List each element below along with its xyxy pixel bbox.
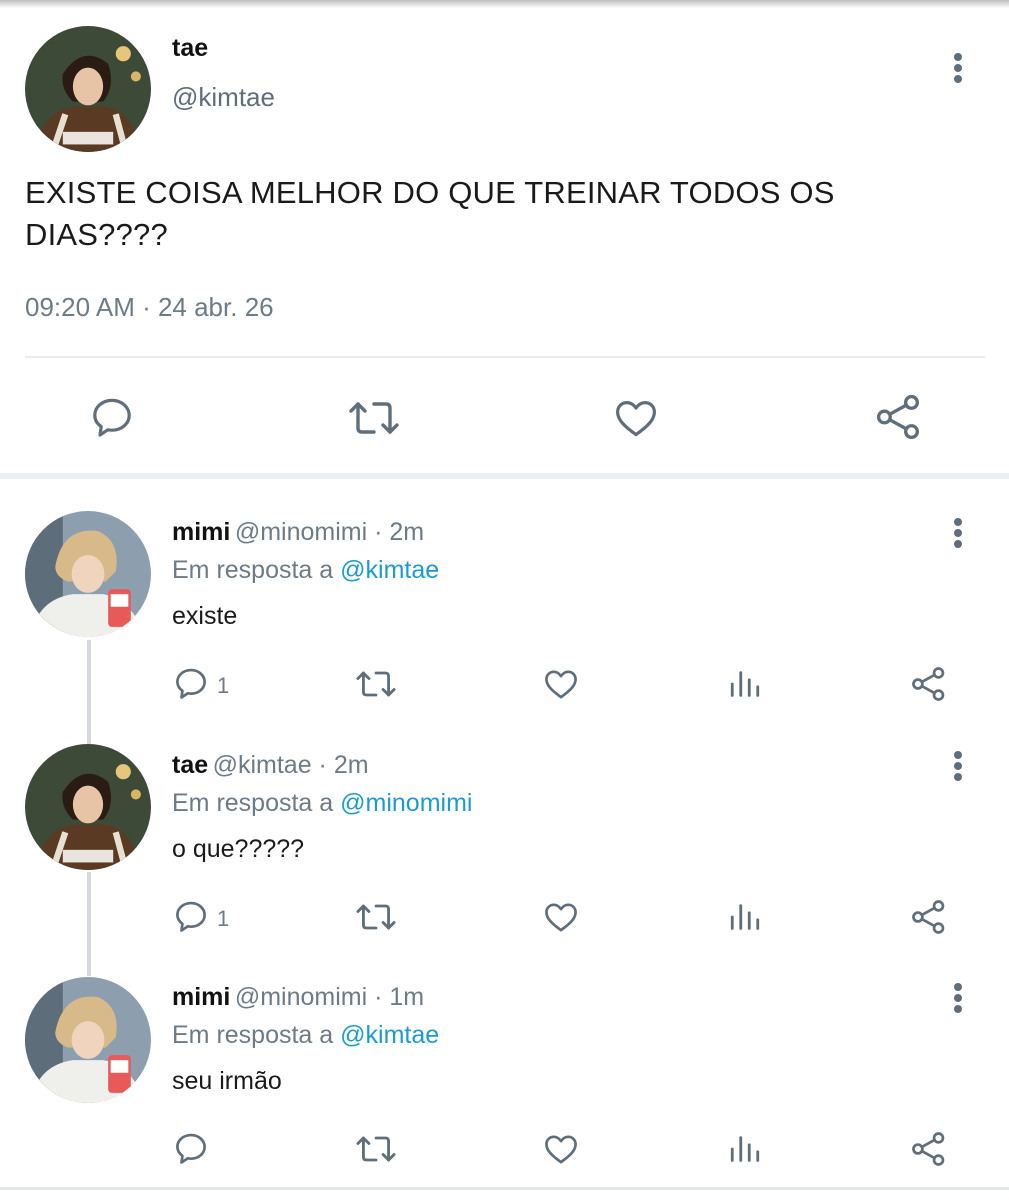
heart-icon[interactable] [541, 898, 581, 936]
reply-text: o que????? [172, 835, 305, 863]
heart-icon[interactable] [541, 1130, 581, 1168]
comment-icon[interactable] [172, 1130, 210, 1168]
analytics-icon[interactable] [728, 899, 762, 935]
analytics-icon[interactable] [728, 1131, 762, 1167]
replying-to-prefix: Em resposta a [172, 1021, 334, 1049]
tweet-text: EXISTE COISA MELHOR DO QUE TREINAR TODOS… [25, 175, 835, 252]
replying-to: Em resposta a @kimtae [172, 1021, 439, 1050]
reply-header: tae @kimtae · 2m [172, 751, 369, 780]
share-icon[interactable] [910, 897, 948, 937]
reply-author-name[interactable]: mimi [172, 518, 230, 546]
bottom-divider [0, 1187, 1009, 1190]
reply-handle-time[interactable]: @kimtae · 2m [213, 751, 369, 779]
avatar-mimi[interactable] [25, 977, 151, 1103]
analytics-icon[interactable] [728, 666, 762, 702]
top-edge [0, 0, 1009, 8]
replying-to: Em resposta a @kimtae [172, 556, 439, 585]
tweet-timestamp[interactable]: 09:20 AM · 24 abr. 26 [25, 292, 274, 323]
heart-icon[interactable] [541, 665, 581, 703]
mention-link[interactable]: @kimtae [340, 556, 439, 584]
retweet-icon[interactable] [354, 665, 398, 703]
mention-link[interactable]: @kimtae [340, 1021, 439, 1049]
more-options-icon[interactable] [946, 980, 970, 1020]
retweet-icon[interactable] [354, 898, 398, 936]
share-icon[interactable] [910, 664, 948, 704]
comment-icon[interactable] [172, 898, 210, 936]
reply-text: existe [172, 602, 238, 630]
comment-count: 1 [217, 673, 230, 698]
more-options-icon[interactable] [946, 515, 970, 555]
divider [25, 356, 985, 358]
mention-link[interactable]: @minomimi [340, 789, 472, 817]
comment-count: 1 [217, 906, 230, 931]
heart-icon[interactable] [612, 394, 660, 442]
reply-header: mimi @minomimi · 2m [172, 518, 424, 547]
author-handle[interactable]: @kimtae [172, 82, 275, 113]
replying-to: Em resposta a @minomimi [172, 789, 472, 818]
reply-text: seu irmão [172, 1067, 282, 1095]
avatar-tae[interactable] [25, 744, 151, 870]
comment-icon[interactable] [172, 665, 210, 703]
share-icon[interactable] [910, 1129, 948, 1169]
author-name[interactable]: tae [172, 34, 208, 63]
thread-line [87, 640, 91, 744]
reply-handle-time[interactable]: @minomimi · 1m [235, 983, 424, 1011]
avatar-tae[interactable] [25, 26, 151, 152]
replying-to-prefix: Em resposta a [172, 789, 334, 817]
avatar-mimi[interactable] [25, 511, 151, 637]
reply-handle-time[interactable]: @minomimi · 2m [235, 518, 424, 546]
reply-header: mimi @minomimi · 1m [172, 983, 424, 1012]
retweet-icon[interactable] [354, 1130, 398, 1168]
thread-line [87, 872, 91, 976]
replying-to-prefix: Em resposta a [172, 556, 334, 584]
reply-author-name[interactable]: mimi [172, 983, 230, 1011]
comment-icon[interactable] [88, 394, 136, 442]
more-options-icon[interactable] [946, 50, 970, 90]
reply-author-name[interactable]: tae [172, 751, 208, 779]
section-separator [0, 473, 1009, 479]
retweet-icon[interactable] [346, 394, 402, 442]
share-icon[interactable] [874, 392, 924, 442]
more-options-icon[interactable] [946, 748, 970, 788]
